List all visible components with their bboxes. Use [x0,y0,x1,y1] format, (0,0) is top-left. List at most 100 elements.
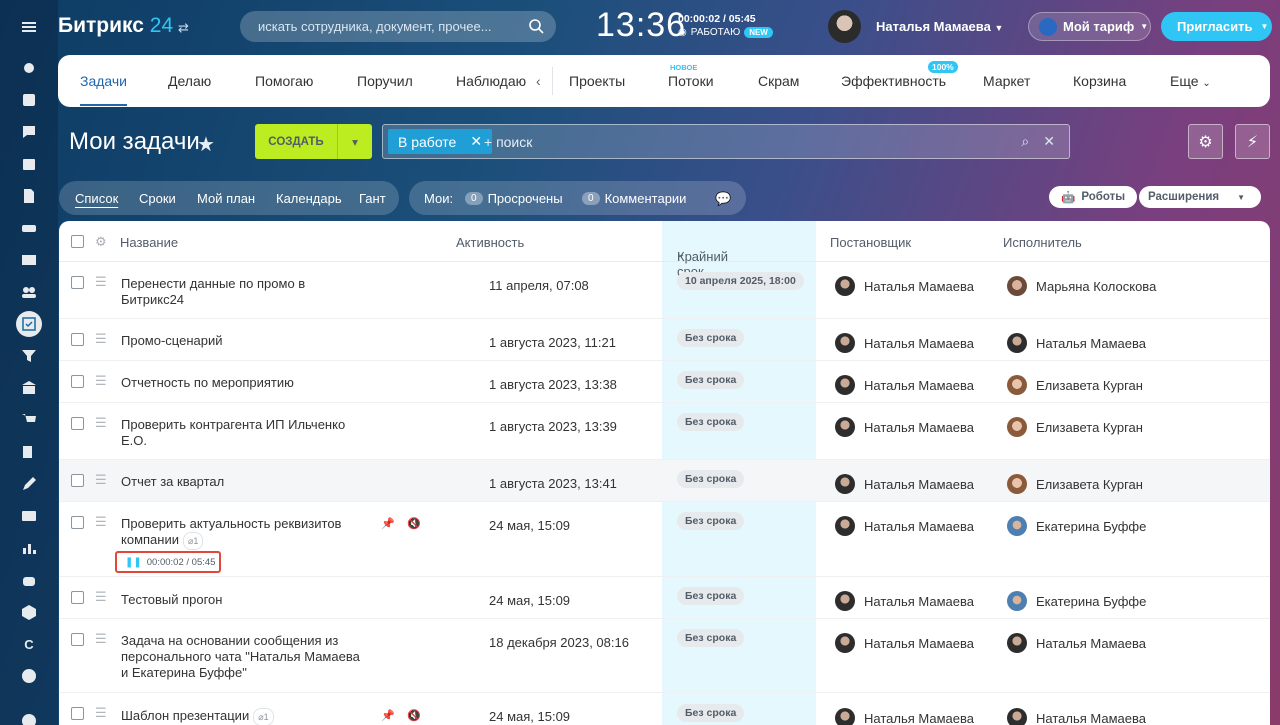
create-button[interactable]: СОЗДАТЬ ▾ [255,124,372,159]
task-deadline[interactable]: 10 апреля 2025, 18:00 [677,272,804,290]
document-icon[interactable] [16,183,42,209]
responsible-cell[interactable]: Екатерина Буффе [1007,516,1146,536]
task-title[interactable]: Отчет за квартал [121,474,371,490]
tasks-icon[interactable] [16,311,42,337]
tab-helping[interactable]: Помогаю [255,73,313,89]
drag-handle-icon[interactable]: ☰ [95,706,107,719]
table-row[interactable]: ☰ Проверить контрагента ИП Ильченко Е.О.… [59,403,1270,460]
invite-button[interactable]: Пригласить ▼ [1161,12,1272,41]
table-row[interactable]: ☰ Тестовый прогон 24 мая, 15:09 Без срок… [59,577,1270,619]
creator-cell[interactable]: Наталья Мамаева [835,333,974,353]
mute-icon[interactable]: 🔇 [407,517,421,530]
task-title[interactable]: Отчетность по мероприятию [121,375,371,391]
robots-button[interactable]: 🤖 Роботы [1049,186,1137,208]
settings-sliders-icon[interactable]: ⇄ [178,20,189,36]
header-creator[interactable]: Постановщик [830,235,911,250]
help-icon[interactable] [16,708,42,725]
star-icon[interactable]: ★ [197,132,215,157]
close-icon[interactable]: ✕ [470,133,482,150]
pause-icon[interactable]: ❚❚ [125,557,142,568]
feed-icon[interactable] [16,55,42,81]
extensions-button[interactable]: Расширения ▼ [1139,186,1261,208]
attachment-badge[interactable]: ⌀ 1 [182,532,204,550]
creator-cell[interactable]: Наталья Мамаева [835,591,974,611]
row-checkbox[interactable] [71,417,84,430]
table-row[interactable]: ☰ Задача на основании сообщения из персо… [59,619,1270,693]
gear-icon[interactable]: ⚙ [95,234,107,250]
drag-handle-icon[interactable]: ☰ [95,374,107,387]
sites-icon[interactable]: C [16,631,42,657]
search-input[interactable]: искать сотрудника, документ, прочее... [240,11,556,42]
analytics-icon[interactable] [16,535,42,561]
tab-projects[interactable]: Проекты [569,73,625,89]
row-checkbox[interactable] [71,333,84,346]
robot-icon[interactable] [16,567,42,593]
company-icon[interactable] [16,375,42,401]
view-list[interactable]: Список [75,191,118,206]
mail-icon[interactable] [16,247,42,273]
close-icon[interactable]: ✕ [1043,133,1055,150]
drag-handle-icon[interactable]: ☰ [95,332,107,345]
drag-handle-icon[interactable]: ☰ [95,416,107,429]
tab-flows[interactable]: Потоки [668,73,714,89]
drag-handle-icon[interactable]: ☰ [95,473,107,486]
counter-overdue[interactable]: 0 Просрочены [465,191,563,206]
box-icon[interactable] [16,599,42,625]
view-calendar[interactable]: Календарь [276,191,342,206]
filter-search[interactable]: В работе ✕ + поиск ⌕ ✕ [382,124,1070,159]
table-row[interactable]: ☰ Перенести данные по промо в Битрикс24 … [59,262,1270,319]
pen-icon[interactable] [16,471,42,497]
responsible-cell[interactable]: Елизавета Курган [1007,375,1143,395]
tab-scrum[interactable]: Скрам [758,73,799,89]
counter-comments[interactable]: 0 Комментарии [582,191,686,206]
row-checkbox[interactable] [71,591,84,604]
header-name[interactable]: Название [120,235,178,250]
creator-cell[interactable]: Наталья Мамаева [835,417,974,437]
search-icon[interactable]: ⌕ [1021,133,1029,150]
tab-efficiency[interactable]: Эффективность [841,73,946,89]
mute-icon[interactable]: 🔇 [407,709,421,722]
responsible-cell[interactable]: Екатерина Буффе [1007,591,1146,611]
worktime-widget[interactable]: 00:00:02 / 05:45 ◉ РАБОТАЮ NEW [678,13,773,38]
row-checkbox[interactable] [71,474,84,487]
row-checkbox[interactable] [71,516,84,529]
tab-assigned[interactable]: Поручил [357,73,413,89]
responsible-cell[interactable]: Марьяна Колоскова [1007,276,1156,296]
creator-cell[interactable]: Наталья Мамаева [835,633,974,653]
creator-cell[interactable]: Наталья Мамаева [835,516,974,536]
view-my-plan[interactable]: Мой план [197,191,255,206]
drag-handle-icon[interactable]: ☰ [95,275,107,288]
responsible-cell[interactable]: Елизавета Курган [1007,417,1143,437]
creator-cell[interactable]: Наталья Мамаева [835,474,974,494]
tab-trash[interactable]: Корзина [1073,73,1126,89]
calendar-icon[interactable] [16,151,42,177]
tab-market[interactable]: Маркет [983,73,1030,89]
lightning-icon[interactable]: ⚡ [1235,124,1270,159]
news-icon[interactable] [16,87,42,113]
creator-cell[interactable]: Наталья Мамаева [835,375,974,395]
task-title[interactable]: Перенести данные по промо в Битрикс24 [121,276,371,308]
shop-icon[interactable] [16,407,42,433]
drag-handle-icon[interactable]: ☰ [95,632,107,645]
attachment-badge[interactable]: ⌀ 1 [253,708,274,725]
task-deadline[interactable]: Без срока [677,512,745,530]
task-deadline[interactable]: Без срока [677,629,745,647]
task-title[interactable]: Промо-сценарий [121,333,371,349]
responsible-cell[interactable]: Наталья Мамаева [1007,708,1146,725]
task-deadline[interactable]: Без срока [677,329,745,347]
chevron-left-icon[interactable]: ‹ [536,73,541,89]
pin-icon[interactable]: 📌 [381,517,395,530]
table-row[interactable]: ☰ Отчет за квартал 1 августа 2023, 13:41… [59,460,1270,502]
tab-more[interactable]: Еще ⌄ [1170,73,1211,89]
chat-icon[interactable] [16,119,42,145]
logo[interactable]: Битрикс 24 [58,14,173,38]
more-chevron-icon[interactable] [16,663,42,689]
pin-icon[interactable]: 📌 [381,709,395,722]
creator-cell[interactable]: Наталья Мамаева [835,276,974,296]
comments-icon[interactable]: 💬 [715,191,731,207]
drag-handle-icon[interactable]: ☰ [95,515,107,528]
drag-handle-icon[interactable]: ☰ [95,590,107,603]
crm-funnel-icon[interactable] [16,343,42,369]
responsible-cell[interactable]: Наталья Мамаева [1007,633,1146,653]
view-deadlines[interactable]: Сроки [139,191,176,206]
